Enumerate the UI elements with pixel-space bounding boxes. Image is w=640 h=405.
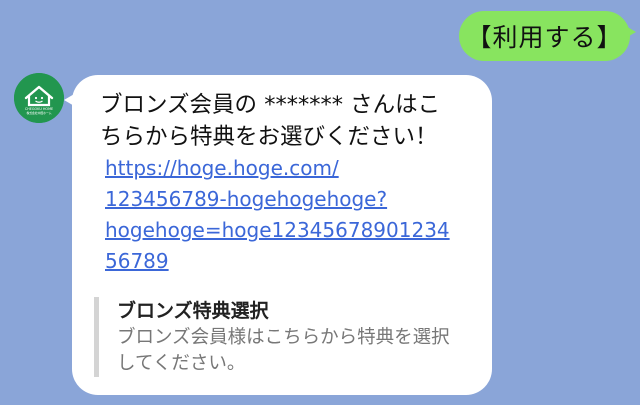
user-message-bubble: 【利用する】 [459, 11, 636, 61]
preview-title: ブロンズ特典選択 [117, 300, 269, 322]
bot-message-bubble: ブロンズ会員の ******* さんはこ ちらから特典をお選びください！ htt… [64, 75, 492, 395]
message-link[interactable]: https://hoge.hoge.com/ 123456789-hogehog… [100, 153, 470, 277]
user-message-text: 【利用する】 [466, 23, 623, 52]
preview-description: ブロンズ会員様はこちらから特典を選択 してください。 [117, 327, 450, 374]
logo-subtext: 株式会社中国ホーム [26, 111, 51, 115]
bot-avatar[interactable]: CHEGOKU HOME 株式会社中国ホーム [14, 73, 64, 123]
link-preview-card[interactable]: ブロンズ特典選択 ブロンズ会員様はこちらから特典を選択 してください。 [94, 297, 474, 377]
house-logo-icon: CHEGOKU HOME 株式会社中国ホーム [14, 73, 64, 123]
bot-message-text: ブロンズ会員の ******* さんはこ ちらから特典をお選びください！ [100, 92, 441, 150]
